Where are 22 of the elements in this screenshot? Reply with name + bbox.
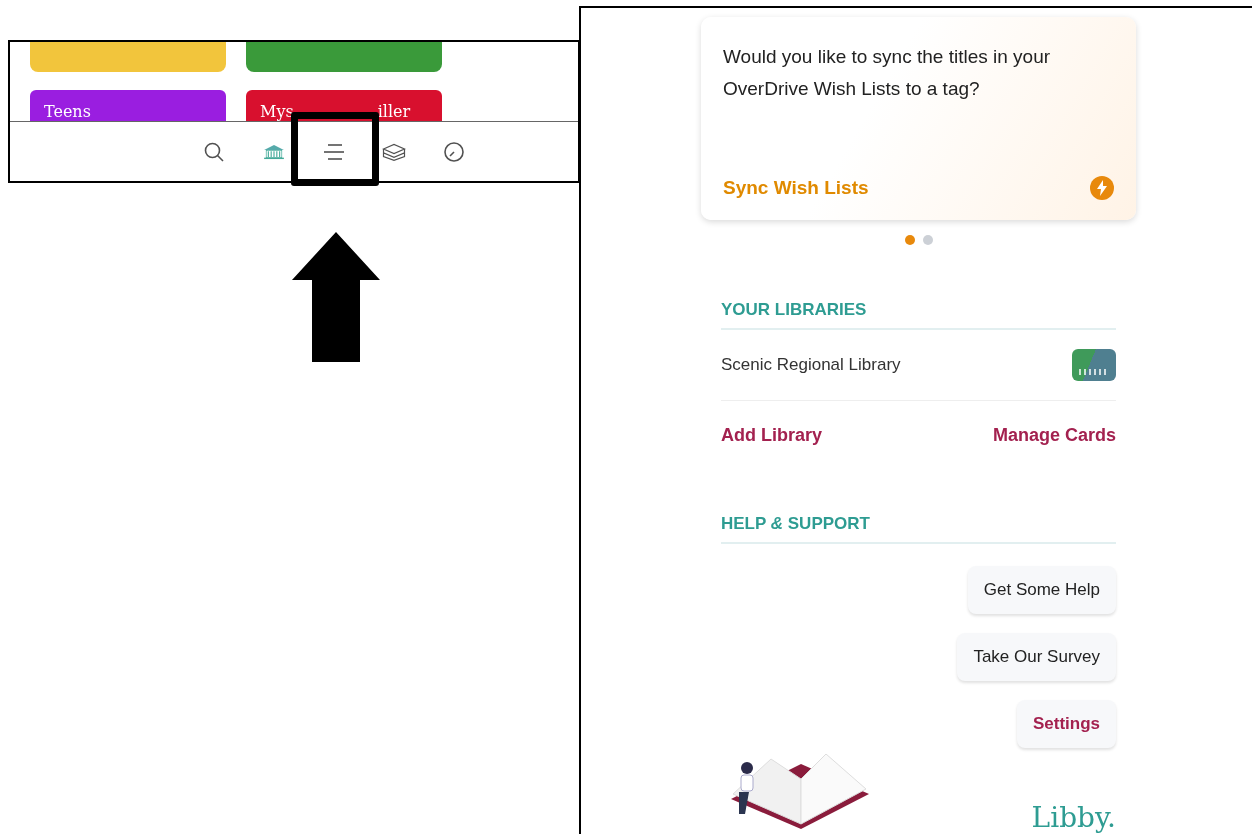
help-button[interactable]: Get Some Help <box>967 566 1116 614</box>
nav-tab[interactable] <box>442 139 466 164</box>
libby-logo: Libby. <box>1031 801 1116 834</box>
search-icon <box>203 140 225 163</box>
library-action-link[interactable]: Manage Cards <box>992 425 1116 446</box>
carousel-dot[interactable] <box>922 235 933 245</box>
library-card-icon[interactable] <box>1072 349 1116 381</box>
help-button[interactable]: Take Our Survey <box>957 633 1116 681</box>
lightning-icon <box>1090 176 1114 200</box>
clock-icon <box>443 140 465 163</box>
category-label: Teens <box>44 103 91 121</box>
section-heading: HELP & SUPPORT <box>721 514 1116 544</box>
section-heading: YOUR LIBRARIES <box>721 300 1116 330</box>
library-action-link[interactable]: Add Library <box>721 425 822 446</box>
category-label: iller <box>377 103 411 121</box>
menu-icon <box>322 141 346 162</box>
sync-message: Would you like to sync the titles in your OverDrive Wish Lists to a tag? <box>723 45 1052 101</box>
carousel-dot[interactable] <box>904 235 915 245</box>
category-label: Mys <box>260 103 294 121</box>
help-button[interactable]: Settings <box>1016 700 1116 748</box>
category-tile[interactable]: Teens <box>30 90 226 121</box>
library-name[interactable]: Scenic Regional Library <box>721 355 901 375</box>
